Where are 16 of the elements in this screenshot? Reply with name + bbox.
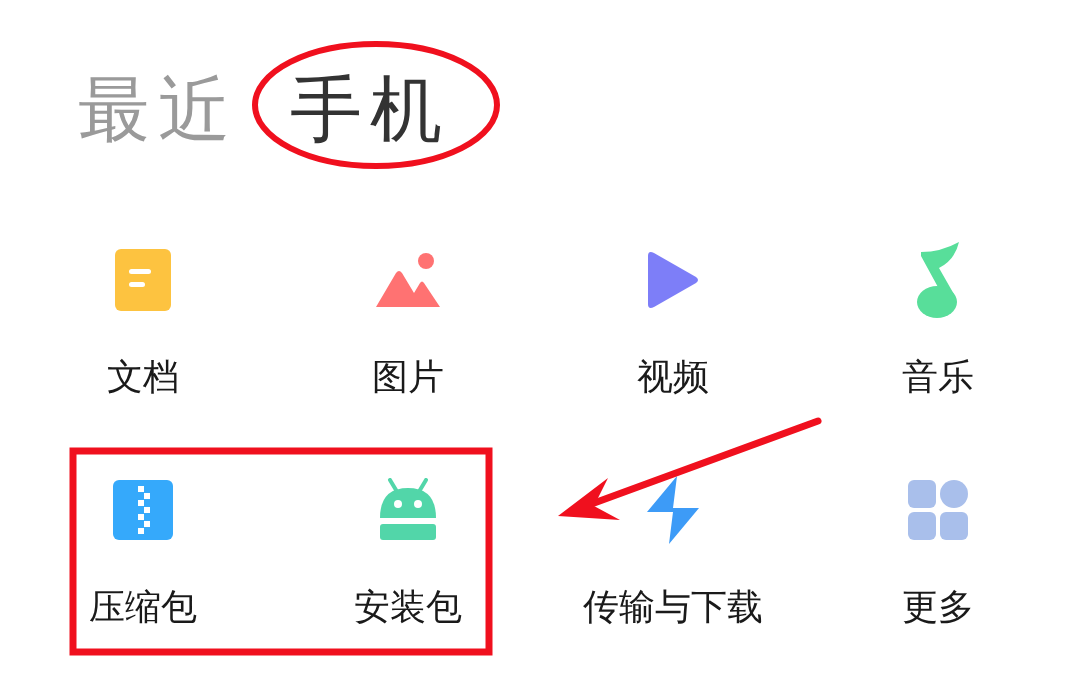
category-label[interactable]: 音乐 [901,355,974,399]
music-note-icon [914,242,961,318]
grid-more-icon [907,480,968,540]
category-label[interactable]: 视频 [636,355,709,399]
category-label[interactable]: 安装包 [353,585,462,629]
category-label[interactable]: 更多 [901,585,974,629]
category-label[interactable]: 传输与下载 [582,585,763,629]
tab[interactable]: 手机 [290,64,450,154]
category-label[interactable]: 压缩包 [88,585,197,629]
android-icon [377,478,438,542]
category-label[interactable]: 图片 [371,355,444,399]
zip-file-icon [112,480,173,540]
mountain-image-icon [373,251,442,309]
category-label[interactable]: 文档 [106,355,179,399]
document-icon [114,249,171,311]
play-icon [645,250,700,310]
